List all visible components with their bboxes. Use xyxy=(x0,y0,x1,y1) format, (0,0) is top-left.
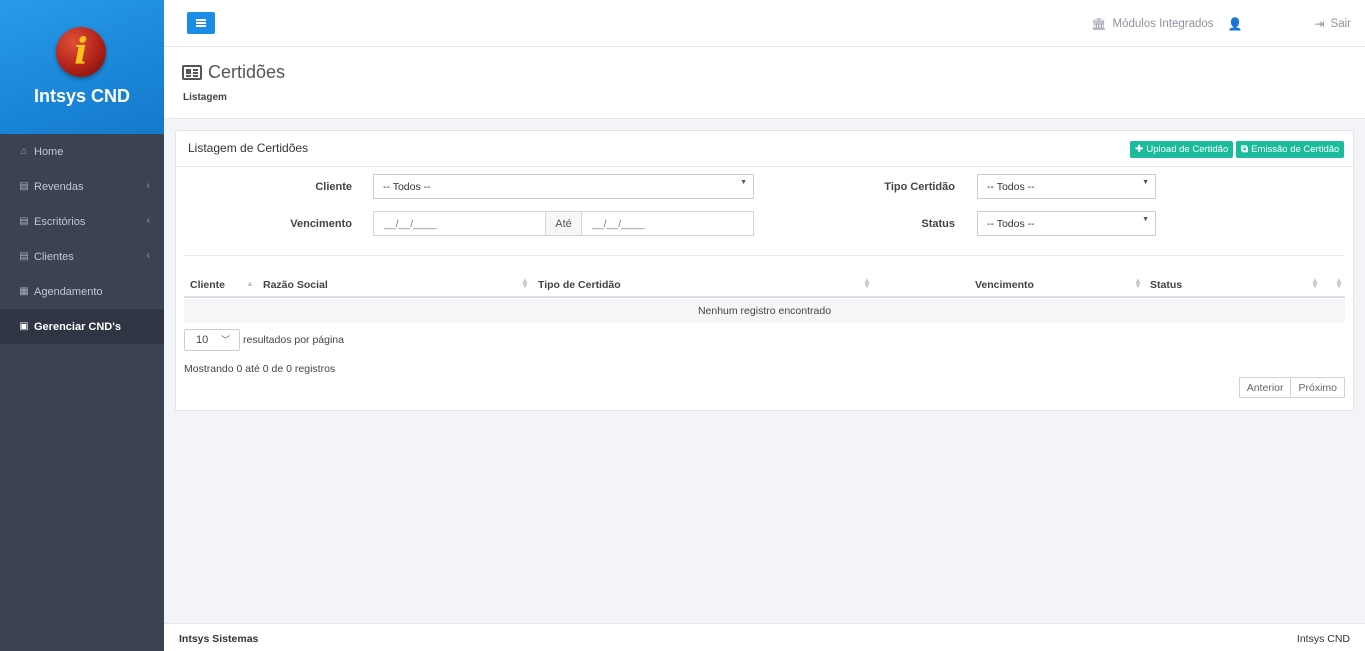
sidebar-item-label: Revendas xyxy=(34,180,84,193)
sidebar-item-home[interactable]: ⌂ Home xyxy=(0,134,164,169)
column-vencimento[interactable]: Vencimento xyxy=(975,279,1034,291)
column-razao-social[interactable]: Razão Social xyxy=(263,279,328,291)
external-link-icon: ⧉ xyxy=(1241,144,1249,155)
table-header: Cliente ▲ Razão Social ▲ ▼ Tipo de Certid… xyxy=(184,273,1345,298)
ate-addon: Até xyxy=(545,211,582,236)
building-icon: ▤ xyxy=(19,181,29,192)
card-header: Listagem de Certidões ✚ Upload de Certid… xyxy=(176,131,1353,167)
user-menu[interactable]: 👤 xyxy=(1228,17,1249,31)
logout-label: Sair xyxy=(1330,17,1351,30)
top-right-menu: 🏛 Módulos Integrados 👤 ⇥ Sair xyxy=(1091,0,1365,47)
sidebar-item-agendamento[interactable]: ▦ Agendamento xyxy=(0,274,164,309)
page-length-suffix: resultados por página xyxy=(243,334,344,346)
vencimento-to-input[interactable]: __/__/____ xyxy=(581,211,754,236)
menu-icon xyxy=(196,22,206,24)
vencimento-label: Vencimento xyxy=(290,218,352,230)
divider xyxy=(184,255,1345,256)
sidebar-toggle-button[interactable] xyxy=(187,12,215,34)
page-title: Certidões xyxy=(182,62,285,83)
building-icon: ▤ xyxy=(19,251,29,262)
next-page-button[interactable]: Próximo xyxy=(1291,377,1345,398)
chevron-down-icon: ﹀ xyxy=(220,335,230,345)
id-card-icon: ▣ xyxy=(19,321,29,332)
footer-company: Intsys Sistemas xyxy=(179,633,259,645)
tipo-certidao-label: Tipo Certidão xyxy=(884,181,955,193)
column-cliente[interactable]: Cliente xyxy=(190,279,225,291)
sidebar-item-label: Home xyxy=(34,145,64,158)
sort-icon: ▲ ▼ xyxy=(863,276,871,290)
calendar-icon: ▦ xyxy=(19,286,29,297)
building-icon: ▤ xyxy=(19,216,29,227)
sidebar-item-gerenciar-cnds[interactable]: ▣ Gerenciar CND's xyxy=(0,309,164,344)
sidebar-item-clientes[interactable]: ▤ Clientes ‹ xyxy=(0,239,164,274)
chevron-left-icon: ‹ xyxy=(146,180,150,191)
sidebar-item-escritorios[interactable]: ▤ Escritórios ‹ xyxy=(0,204,164,239)
sidebar-item-label: Clientes xyxy=(34,250,74,263)
sort-icon: ▲ ▼ xyxy=(1311,276,1319,290)
vencimento-from-input[interactable]: __/__/____ xyxy=(373,211,546,236)
tipo-certidao-select[interactable]: -- Todos -- ▼ xyxy=(977,174,1156,199)
cliente-label: Cliente xyxy=(315,181,352,193)
page-subtitle: Listagem xyxy=(183,92,227,103)
status-label: Status xyxy=(921,218,955,230)
bank-icon: 🏛 xyxy=(1091,16,1107,31)
sort-icon: ▲ ▼ xyxy=(521,276,529,290)
modules-link[interactable]: 🏛 Módulos Integrados xyxy=(1091,17,1213,31)
brand-header[interactable]: i Intsys CND xyxy=(0,0,164,134)
sidebar-item-revendas[interactable]: ▤ Revendas ‹ xyxy=(0,169,164,204)
sort-icon: ▲ ▼ xyxy=(1335,276,1343,290)
footer-app-name: Intsys CND xyxy=(1296,633,1350,645)
sidebar-item-label: Gerenciar CND's xyxy=(34,320,121,333)
page-length-select[interactable]: 10 ﹀ xyxy=(184,329,240,351)
column-tipo-certidao[interactable]: Tipo de Certidão xyxy=(538,279,621,291)
top-navbar: 🏛 Módulos Integrados 👤 ⇥ Sair xyxy=(164,0,1365,47)
sort-asc-icon: ▲ xyxy=(246,279,254,288)
upload-certidao-button[interactable]: ✚ Upload de Certidão xyxy=(1130,141,1234,158)
caret-down-icon: ▼ xyxy=(1142,179,1149,186)
page-length-control: 10 ﹀ resultados por página xyxy=(184,329,344,351)
page-header: Certidões Listagem xyxy=(164,47,1365,119)
chevron-left-icon: ‹ xyxy=(146,215,150,226)
sign-out-icon: ⇥ xyxy=(1314,16,1325,31)
table-info: Mostrando 0 até 0 de 0 registros xyxy=(184,363,336,375)
sidebar: i Intsys CND ⌂ Home ▤ Revendas ‹ ▤ Escri… xyxy=(0,0,164,651)
home-icon: ⌂ xyxy=(20,146,28,157)
sidebar-nav: ⌂ Home ▤ Revendas ‹ ▤ Escritórios ‹ ▤ Cl… xyxy=(0,134,164,344)
column-status[interactable]: Status xyxy=(1150,279,1182,291)
sidebar-item-label: Agendamento xyxy=(34,285,103,298)
emissao-certidao-button[interactable]: ⧉ Emissão de Certidão xyxy=(1236,141,1345,158)
caret-down-icon: ▼ xyxy=(1142,216,1149,223)
user-icon: 👤 xyxy=(1227,16,1243,31)
sort-icon: ▲ ▼ xyxy=(1134,276,1142,290)
modules-label: Módulos Integrados xyxy=(1112,17,1214,30)
status-select[interactable]: -- Todos -- ▼ xyxy=(977,211,1156,236)
card-title: Listagem de Certidões xyxy=(188,141,309,155)
sidebar-item-label: Escritórios xyxy=(34,215,86,228)
intsys-logo: i xyxy=(56,27,106,77)
app-title: Intsys CND xyxy=(33,86,131,106)
cliente-select[interactable]: -- Todos -- ▼ xyxy=(373,174,754,199)
newspaper-icon xyxy=(182,65,202,80)
plus-circle-icon: ✚ xyxy=(1135,144,1144,155)
logout-link[interactable]: ⇥ Sair xyxy=(1314,17,1351,31)
pagination: Anterior Próximo xyxy=(1238,377,1345,398)
caret-down-icon: ▼ xyxy=(740,179,747,186)
footer: Intsys Sistemas Intsys CND xyxy=(164,623,1365,651)
certidoes-card: Listagem de Certidões ✚ Upload de Certid… xyxy=(175,130,1354,411)
table-empty-row: Nenhum registro encontrado xyxy=(184,299,1345,323)
chevron-left-icon: ‹ xyxy=(146,250,150,261)
previous-page-button[interactable]: Anterior xyxy=(1238,377,1292,398)
